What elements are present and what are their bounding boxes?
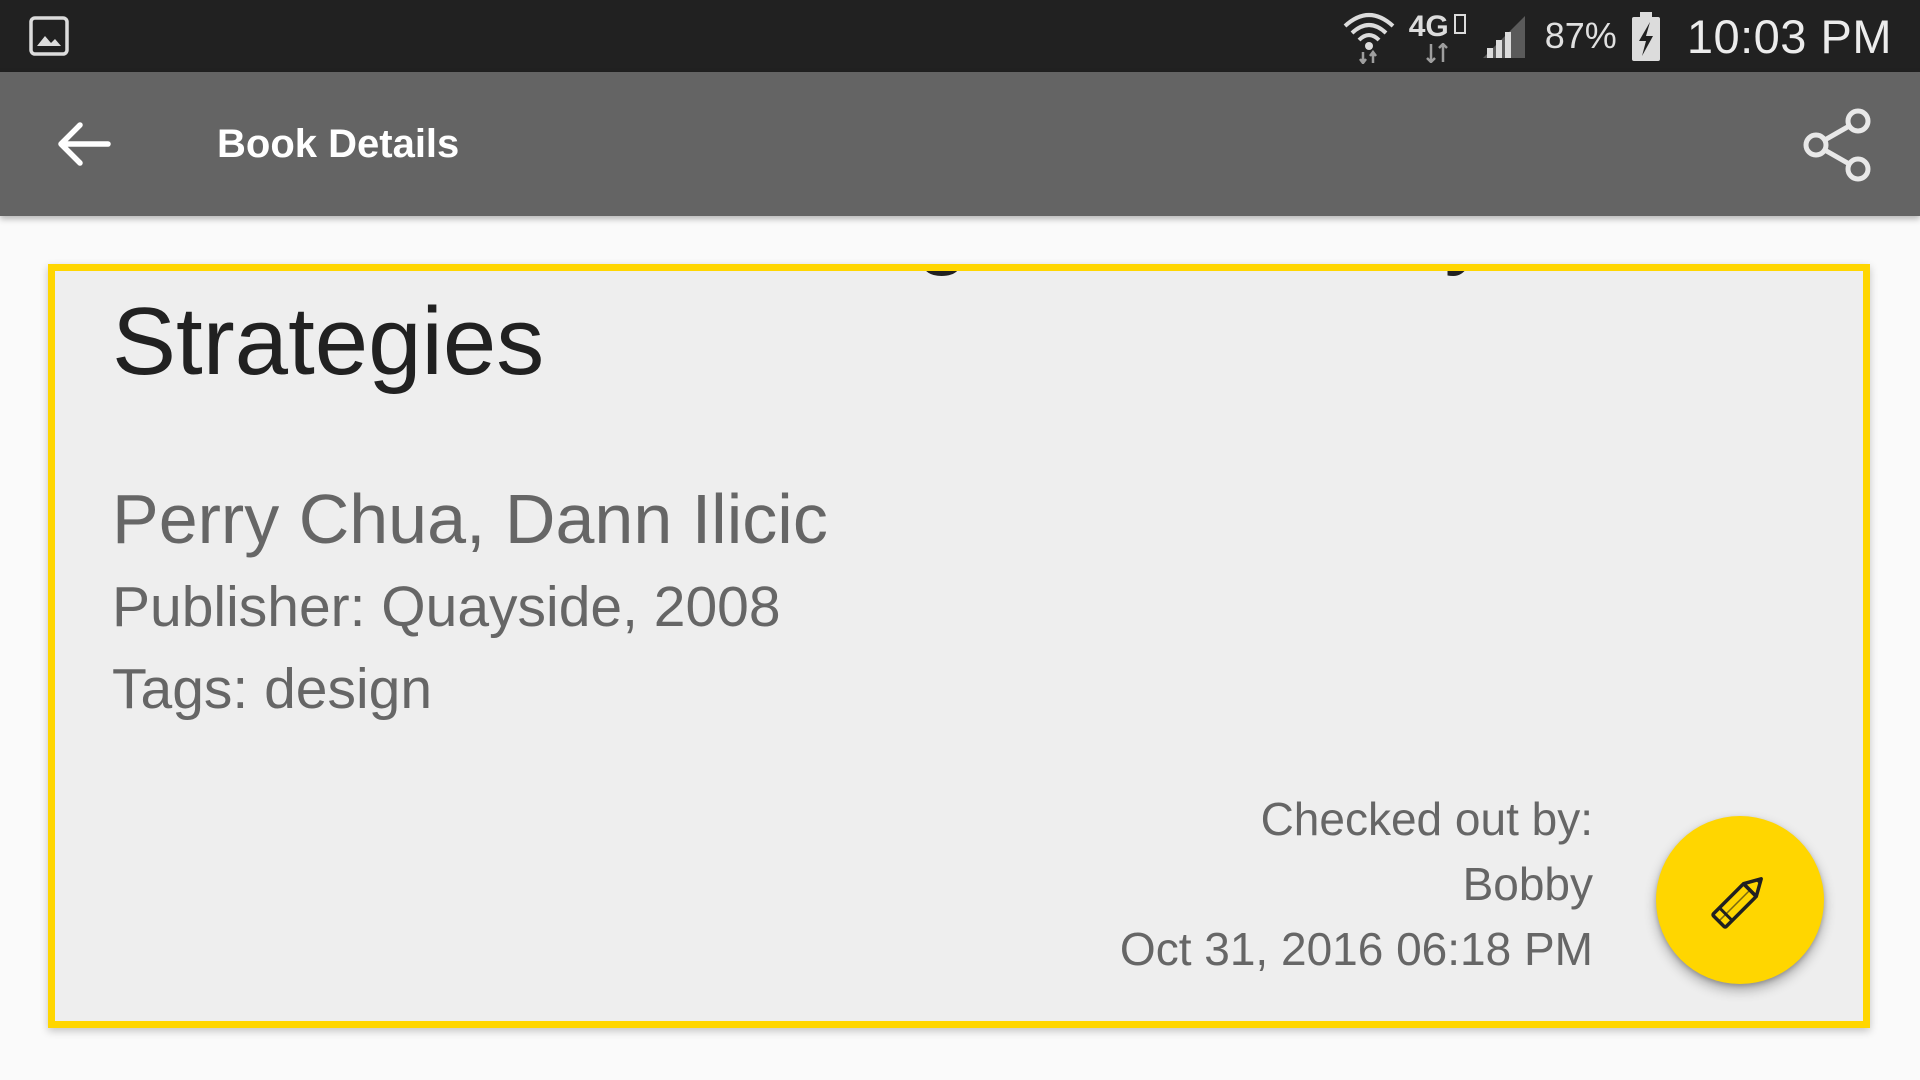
book-tags: Tags: design bbox=[112, 657, 433, 721]
checkout-info: Checked out by: Bobby Oct 31, 2016 06:18… bbox=[1120, 787, 1593, 982]
network-label: 4G bbox=[1408, 10, 1449, 43]
network-4g-lte-icon: 4G bbox=[1409, 8, 1469, 64]
page-title: Book Details bbox=[217, 122, 460, 166]
app-bar: Book Details bbox=[0, 72, 1920, 216]
status-bar: 4G 87% 10:03 PM bbox=[0, 0, 1920, 72]
back-button[interactable] bbox=[46, 116, 122, 172]
back-arrow-icon bbox=[58, 122, 111, 166]
battery-percentage: 87% bbox=[1544, 15, 1617, 56]
battery-charging-icon bbox=[1631, 12, 1660, 61]
book-authors: Perry Chua, Dann Ilicic bbox=[112, 480, 828, 558]
book-publisher: Publisher: Quayside, 2008 bbox=[112, 575, 781, 639]
lte-glyph bbox=[1453, 14, 1466, 34]
status-clock: 10:03 PM bbox=[1686, 9, 1892, 63]
status-icons: 4G 87% 10:03 PM bbox=[1341, 0, 1892, 72]
edit-button[interactable] bbox=[1656, 816, 1824, 984]
data-arrows-icon bbox=[1425, 43, 1448, 63]
checkout-label: Checked out by: bbox=[1260, 793, 1593, 845]
pencil-icon bbox=[1711, 877, 1763, 929]
wifi-icon bbox=[1343, 13, 1395, 64]
share-button[interactable] bbox=[1798, 106, 1876, 184]
signal-icon bbox=[1482, 16, 1525, 58]
gallery-icon bbox=[29, 16, 69, 56]
checkout-date: Oct 31, 2016 06:18 PM bbox=[1119, 923, 1593, 975]
checkout-borrower: Bobby bbox=[1462, 858, 1593, 910]
book-details-card[interactable]: Share Their Naming and Identity Strategi… bbox=[48, 264, 1870, 1028]
book-title: Share Their Naming and Identity Strategi… bbox=[112, 271, 1492, 395]
share-icon bbox=[1803, 108, 1871, 182]
